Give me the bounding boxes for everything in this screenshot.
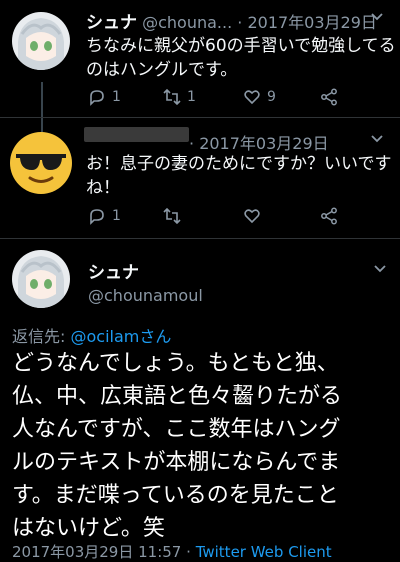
reply-count: 1 [112,89,121,105]
retweet-count: 1 [187,89,196,105]
like-icon [244,90,260,105]
reply-to-mention[interactable]: @ocilamさん [70,327,171,346]
tweet3-avatar[interactable] [12,250,70,308]
chevron-down-icon[interactable] [370,10,384,28]
share-button[interactable] [320,88,338,106]
tweet1-text: ちなみに親父が60の手習いで勉強してる のはハングルです。 [86,34,396,82]
like-button[interactable] [243,207,261,225]
reply-to-line: 返信先: @ocilamさん [12,323,171,347]
share-button[interactable] [320,207,338,225]
anime-avatar-image [12,250,70,308]
retweet-icon [163,207,181,225]
tweet3-text: どうなんでしょう。もともと独、 仏、中、広東語と色々齧りたがる 人なんですが、こ… [12,347,396,545]
tweet2-avatar[interactable] [8,130,74,196]
tweet3-timestamp[interactable]: 2017年03月29日 11:57 [12,543,181,561]
tweet2-header: · 2017年03月29日 [189,130,329,154]
tweet2-separator: · [189,134,195,153]
reply-icon [90,209,104,225]
chevron-down-icon[interactable] [373,262,387,280]
reply-button[interactable]: 1 [88,207,121,225]
tweet1-separator: · [237,13,243,32]
retweet-button[interactable]: 1 [163,88,196,106]
tweet3-separator: · [186,543,191,561]
reply-to-prefix: 返信先: [12,327,71,346]
like-count: 9 [267,89,276,105]
anime-avatar-image [12,12,70,70]
tweet2-date[interactable]: 2017年03月29日 [199,134,328,153]
tweet3-handle[interactable]: @chounamoul [88,286,203,305]
reply-button[interactable]: 1 [88,88,121,106]
like-icon [244,209,260,224]
tweet2-text-line: お！息子の妻のためにですか？いいです [86,154,392,174]
thread-connector-line [41,82,43,134]
tweet2-text: お！息子の妻のためにですか？いいです ね！ [86,152,396,200]
tweet1-header: シュナ @chouna... · 2017年03月29日 [86,8,377,33]
tweet3-client-link[interactable]: Twitter Web Client [196,543,332,561]
tweet3-display-name[interactable]: シュナ [88,258,139,283]
tweet3-text-line: ルのテキストが本棚にならんでま [12,450,341,475]
share-icon [321,207,337,225]
reply-icon [90,90,104,106]
chevron-down-icon[interactable] [370,132,384,150]
tweet1-date[interactable]: 2017年03月29日 [247,13,376,32]
tweet3-meta: 2017年03月29日 11:57 · Twitter Web Client [12,541,332,562]
tweet1-text-line: ちなみに親父が60の手習いで勉強してる [86,36,396,56]
tweet2-text-line: ね！ [86,178,120,198]
tweet3-text-line: どうなんでしょう。もともと独、 [12,351,339,376]
redacted-name [84,127,189,142]
sunglasses-emoji-avatar [10,132,72,194]
tweet3-text-line: す。まだ喋っているのを見たこと [12,483,339,508]
share-icon [321,88,337,106]
tweet3-text-line: 仏、中、広東語と色々齧りたがる [12,384,343,409]
like-button[interactable]: 9 [243,88,276,106]
tweet1-display-name[interactable]: シュナ [86,13,137,33]
tweet1-handle[interactable]: @chouna... [142,13,232,32]
tweet-divider [0,117,400,118]
retweet-icon [163,88,181,106]
tweet1-avatar[interactable] [12,12,70,70]
retweet-button[interactable] [163,207,181,225]
reply-count: 1 [112,208,121,224]
tweet3-text-line: 人なんですが、ここ数年はハング [12,417,341,442]
tweet1-text-line: のはハングルです。 [86,60,238,80]
tweet-divider [0,238,400,239]
